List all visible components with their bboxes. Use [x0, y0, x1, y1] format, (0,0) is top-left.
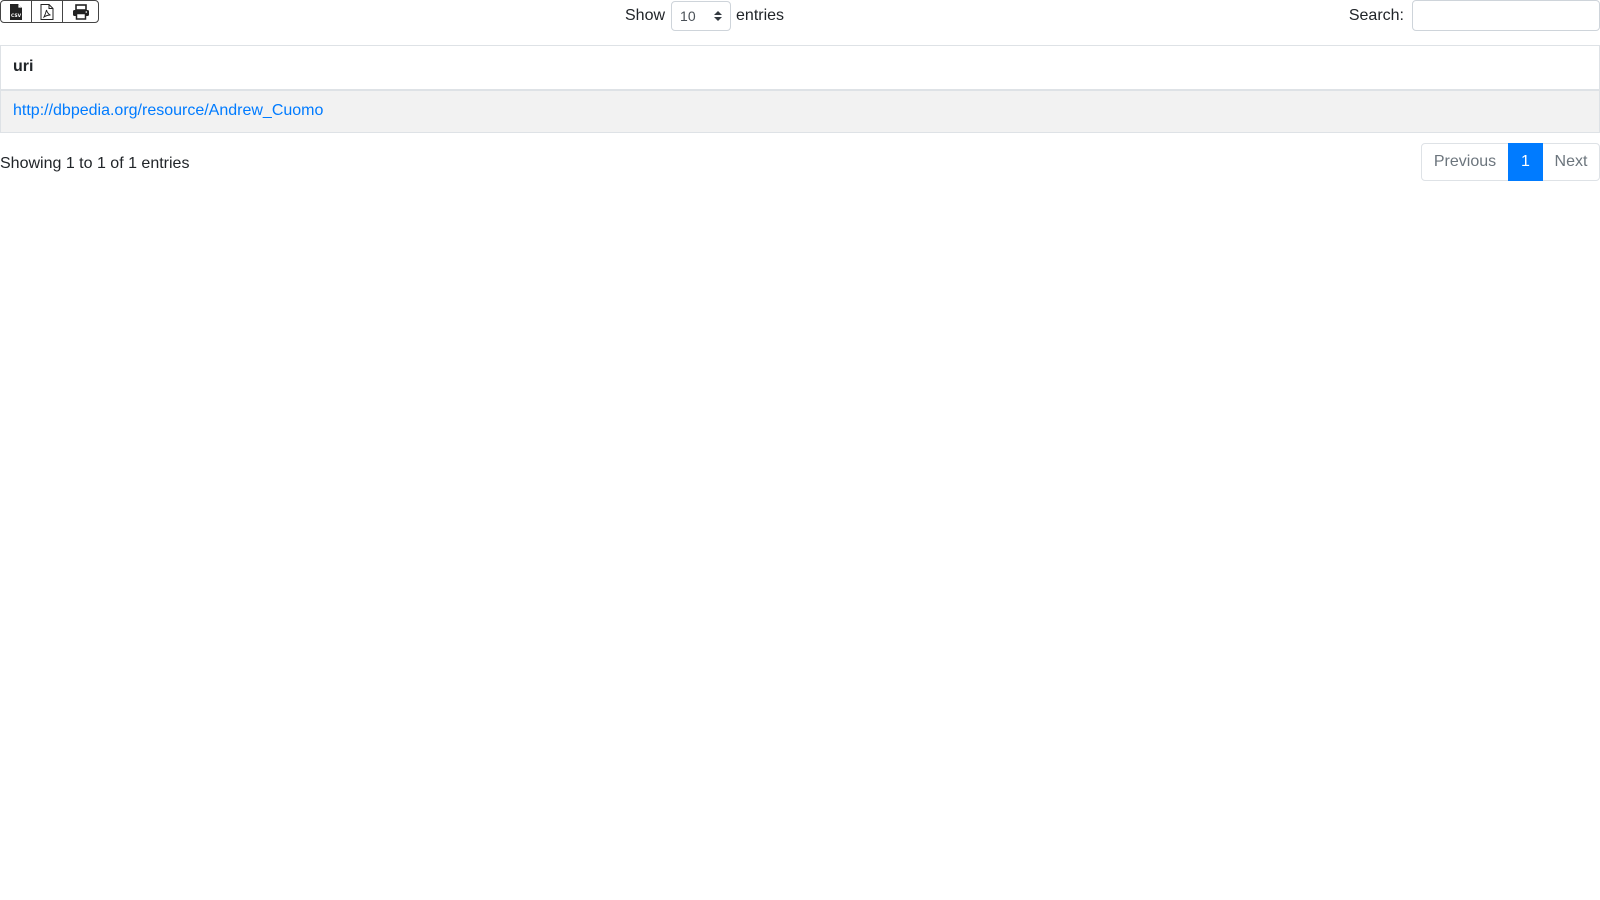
column-header-uri[interactable]: uri: [0, 45, 1600, 91]
csv-file-icon: CSV: [10, 3, 22, 20]
table-header-row: uri: [0, 45, 1600, 91]
entries-per-page-value: 10: [680, 7, 696, 24]
search-input[interactable]: [1412, 0, 1600, 31]
entries-label: entries: [736, 6, 785, 24]
next-page-button[interactable]: Next: [1542, 143, 1600, 181]
show-label: Show: [625, 6, 666, 24]
uri-link[interactable]: http://dbpedia.org/resource/Andrew_Cuomo: [13, 102, 323, 119]
export-csv-button[interactable]: CSV: [1, 1, 32, 22]
table-info: Showing 1 to 1 of 1 entries: [0, 155, 190, 172]
pdf-file-icon: [40, 3, 54, 20]
search-control: Search:: [1349, 0, 1600, 31]
datatable-page: CSV Show 10 entries Search: uri http://d…: [0, 0, 1600, 900]
length-control: Show 10 entries: [625, 0, 784, 31]
results-table: uri http://dbpedia.org/resource/Andrew_C…: [0, 45, 1600, 133]
export-pdf-button[interactable]: [32, 1, 63, 22]
select-arrows-icon: [714, 10, 723, 21]
table-cell: http://dbpedia.org/resource/Andrew_Cuomo: [0, 89, 1600, 133]
previous-page-button[interactable]: Previous: [1421, 143, 1509, 181]
search-label: Search:: [1348, 6, 1404, 24]
export-buttons: CSV: [0, 0, 99, 23]
table-row: http://dbpedia.org/resource/Andrew_Cuomo: [0, 89, 1600, 133]
svg-text:CSV: CSV: [11, 13, 22, 19]
page-1-button[interactable]: 1: [1508, 143, 1543, 181]
entries-per-page-select[interactable]: 10: [671, 0, 732, 31]
pagination: Previous 1 Next: [1421, 143, 1600, 181]
print-button[interactable]: [63, 1, 98, 22]
print-icon: [72, 3, 89, 20]
